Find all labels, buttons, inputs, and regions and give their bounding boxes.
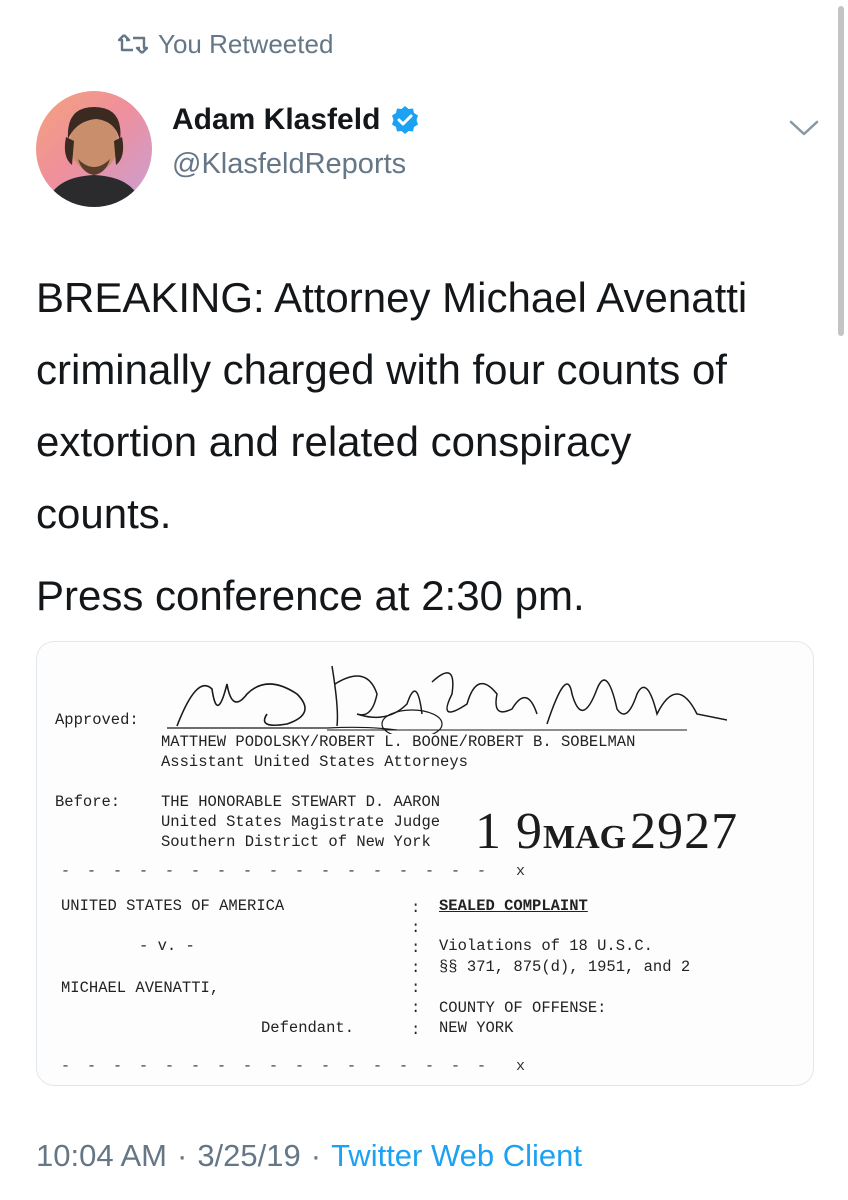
colon: : [411,999,421,1017]
approved-names: MATTHEW PODOLSKY/ROBERT L. BOONE/ROBERT … [161,733,636,751]
verified-badge-icon [390,105,420,135]
versus: - v. - [139,937,195,955]
retweet-label: You Retweeted [158,28,334,59]
before-label: Before: [55,793,121,811]
tweet-line: criminally charged with four counts of [36,346,727,393]
separator-dot: · [310,1138,322,1173]
approved-label: Approved: [55,711,139,729]
colon: : [411,899,421,917]
retweet-context: You Retweeted [118,28,333,60]
tweet-line: counts. [36,490,172,537]
county-value: NEW YORK [439,1019,514,1037]
judge-line-3: Southern District of New York [161,833,431,851]
violations-line-1: Violations of 18 U.S.C. [439,937,653,955]
colon: : [411,1021,421,1039]
tweet-line: BREAKING: Attorney Michael Avenatti [36,274,748,321]
author-name-row[interactable]: Adam Klasfeld [172,103,420,137]
defendant-name: MICHAEL AVENATTI, [61,979,220,997]
retweet-icon [118,30,158,58]
author-name[interactable]: Adam Klasfeld [172,103,380,137]
judge-line-2: United States Magistrate Judge [161,813,441,831]
scrollbar[interactable] [838,6,844,336]
stamp-number-1: 1 9 [475,803,543,860]
tweet-meta: 10:04 AM · 3/25/19 · Twitter Web Client [36,1138,582,1174]
tweet-source-link[interactable]: Twitter Web Client [331,1138,582,1174]
separator-dot: · [176,1138,188,1173]
caption-divider-top: - - - - - - - - - - - - - - - - - x [61,863,530,880]
tweet-time[interactable]: 10:04 AM [36,1138,167,1174]
author-handle[interactable]: @KlasfeldReports [172,148,406,181]
colon: : [411,939,421,957]
defendant-label: Defendant. [261,1019,355,1037]
colon: : [411,919,421,937]
judge-line-1: THE HONORABLE STEWART D. AARON [161,793,441,811]
colon: : [411,979,421,997]
caption-divider-bottom: - - - - - - - - - - - - - - - - - x [61,1058,530,1075]
tweet-line: extortion and related conspiracy [36,418,632,465]
case-number-stamp: 1 9MAG2927 [475,802,738,861]
stamp-mag: MAG [543,819,627,856]
tweet-text-second-paragraph: Press conference at 2:30 pm. [36,572,585,619]
tweet-text: BREAKING: Attorney Michael Avenatti crim… [36,262,826,550]
signatures [167,665,727,734]
stamp-number-2: 2927 [630,803,739,860]
chevron-down-icon[interactable] [788,118,820,138]
colon: : [411,959,421,977]
complaint-title: SEALED COMPLAINT [439,897,588,915]
approved-title: Assistant United States Attorneys [161,753,468,771]
avatar[interactable] [36,91,152,207]
attached-document-image[interactable]: Approved: MATTHEW PODOLSKY/ROBERT L. BOO… [36,641,814,1086]
violations-line-2: §§ 371, 875(d), 1951, and 2 [439,958,691,976]
tweet-date[interactable]: 3/25/19 [197,1138,300,1174]
county-label: COUNTY OF OFFENSE: [439,999,607,1017]
plaintiff: UNITED STATES OF AMERICA [61,897,285,915]
